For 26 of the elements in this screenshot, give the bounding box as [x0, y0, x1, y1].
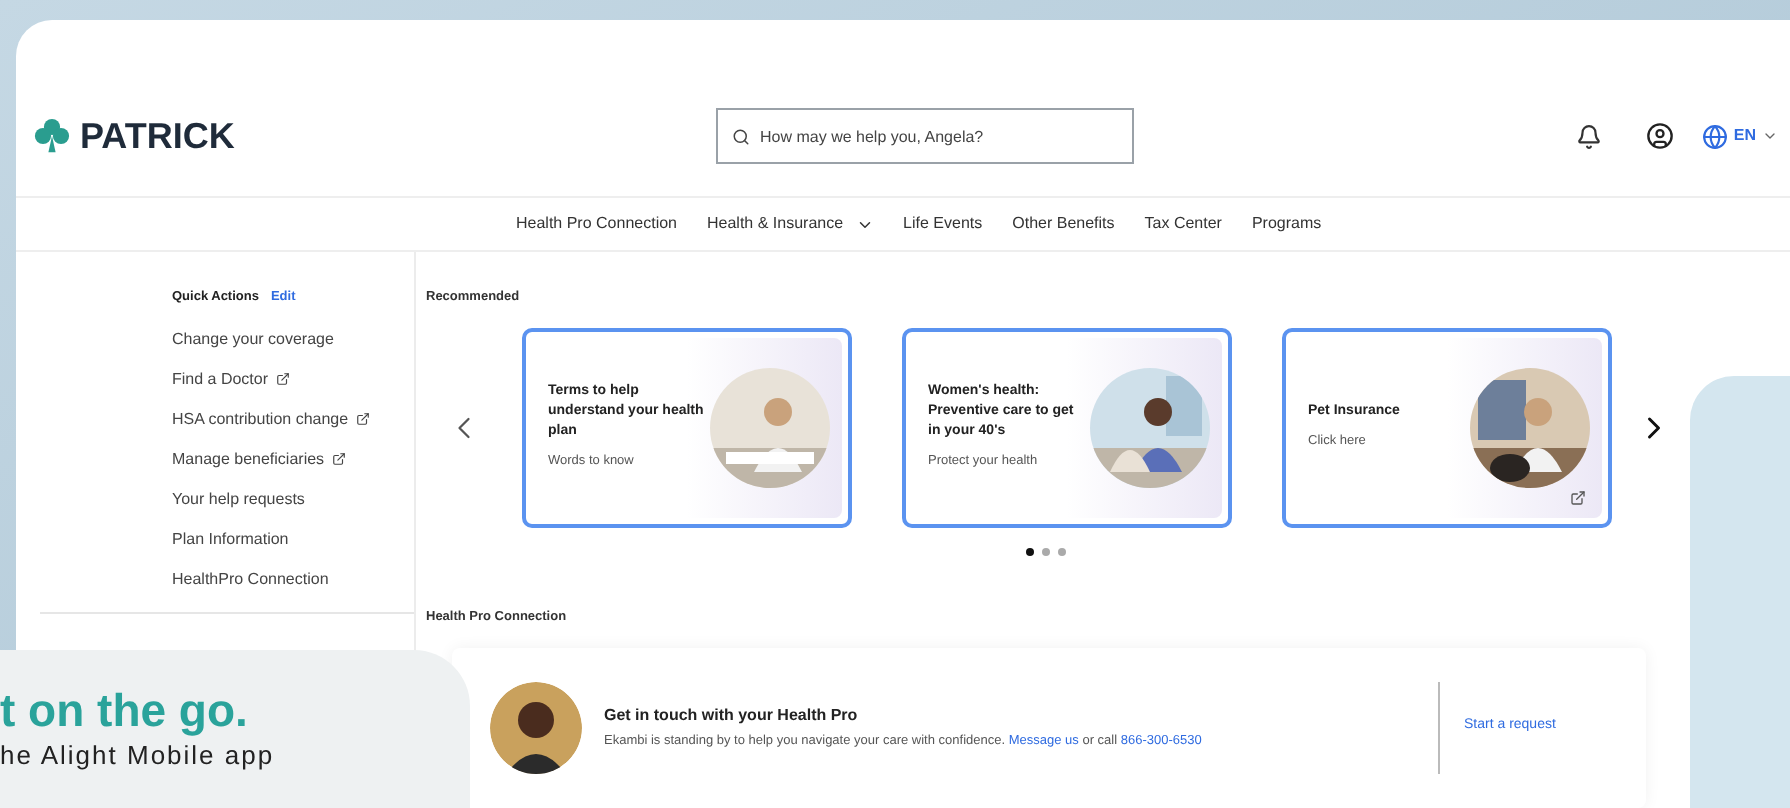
language-selector[interactable]: EN: [1701, 123, 1778, 149]
quick-action-link[interactable]: Find a Doctor: [172, 359, 414, 400]
promo-headline: t on the go.: [0, 682, 250, 738]
nav-link[interactable]: Programs: [1251, 212, 1322, 236]
quick-action-link[interactable]: HSA contribution change: [172, 399, 414, 440]
globe-icon: [1701, 123, 1728, 149]
nav-link[interactable]: Health Pro Connection: [516, 212, 677, 236]
clover-logo-icon: [32, 118, 72, 154]
quick-action-link[interactable]: Your help requests: [172, 479, 414, 520]
brand-name: PATRICK: [80, 113, 235, 159]
bell-icon[interactable]: [1575, 123, 1602, 149]
quick-action-link[interactable]: Plan Information: [172, 519, 414, 560]
health-pro-heading: Get in touch with your Health Pro: [604, 703, 860, 728]
quick-action-link[interactable]: HealthPro Connection: [172, 559, 414, 600]
quick-action-link[interactable]: Change your coverage: [172, 319, 414, 360]
avatar: [490, 681, 582, 773]
nav-link[interactable]: Other Benefits: [1012, 212, 1115, 236]
search-icon: [732, 128, 750, 146]
search-field[interactable]: How may we help you, Angela?: [716, 108, 1134, 164]
nav-link[interactable]: Health & Insurance: [707, 212, 874, 236]
account-icon[interactable]: [1645, 122, 1674, 150]
nav-link[interactable]: Tax Center: [1144, 212, 1222, 236]
chevron-down-icon: [1762, 128, 1778, 144]
promo-subline: he Alight Mobile app: [0, 738, 277, 774]
nav-link[interactable]: Life Events: [903, 212, 983, 236]
quick-action-link[interactable]: Manage beneficiaries: [172, 439, 414, 480]
